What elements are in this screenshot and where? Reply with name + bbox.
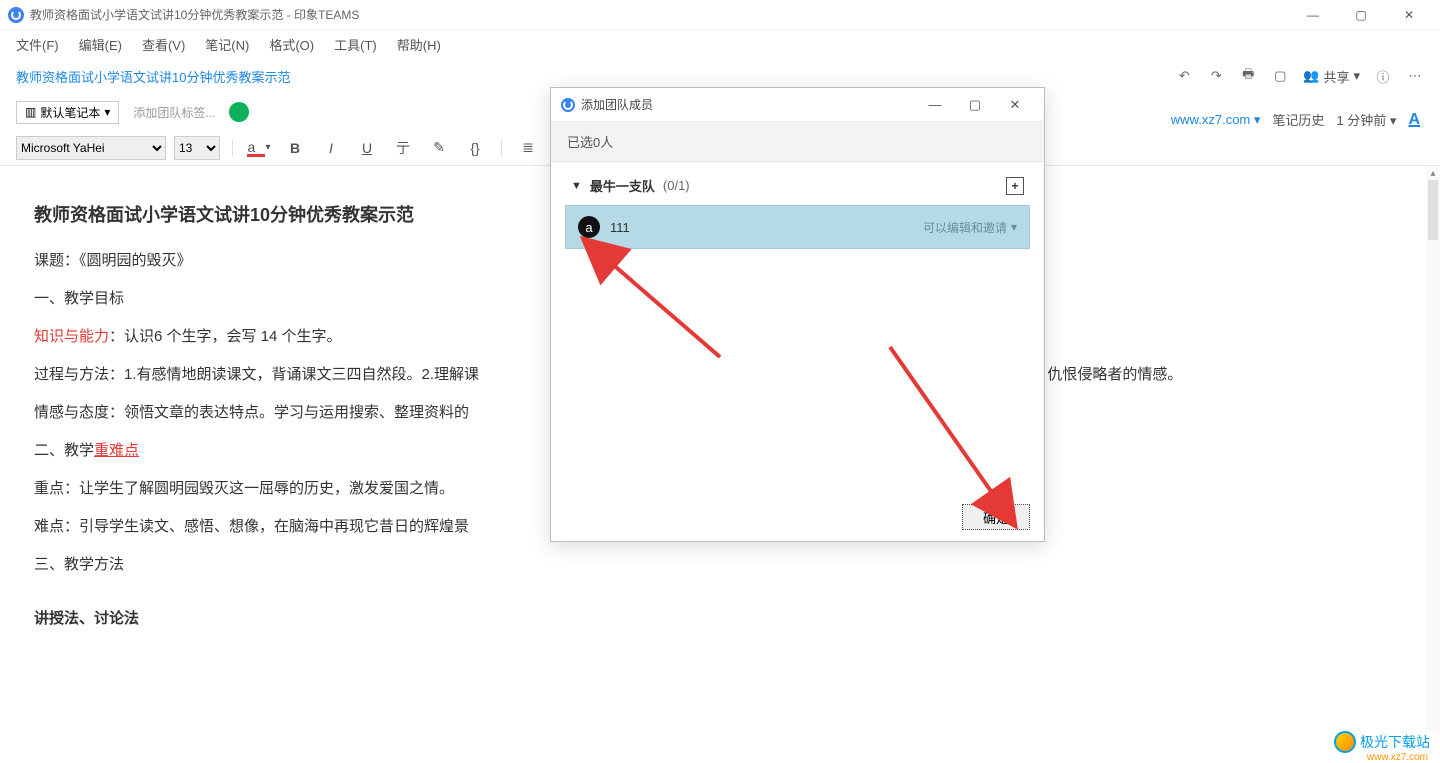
chevron-down-icon: ▾ <box>1254 112 1261 127</box>
italic-button[interactable]: I <box>317 136 345 160</box>
close-button[interactable]: ✕ <box>1386 0 1432 30</box>
chevron-down-icon: ▾ <box>104 105 110 119</box>
code-block-button[interactable]: {} <box>461 136 489 160</box>
team-name: 最牛一支队 <box>590 176 655 195</box>
red-text: 知识与能力 <box>34 328 109 345</box>
dialog-close-button[interactable]: ✕ <box>996 91 1034 119</box>
menu-view[interactable]: 查看(V) <box>132 31 195 58</box>
underline-button[interactable]: U <box>353 136 381 160</box>
text: 二、教学 <box>34 442 94 459</box>
doc-methods: 讲授法、讨论法 <box>34 601 1406 637</box>
team-count: (0/1) <box>663 178 690 193</box>
site-text: www.xz7.com <box>1171 112 1250 127</box>
permission-label: 可以编辑和邀请 <box>923 219 1007 236</box>
dialog-body: ▼ 最牛一支队 (0/1) + a 111 可以编辑和邀请 ▾ <box>551 162 1044 493</box>
clear-format-button[interactable]: 亍 <box>389 136 417 160</box>
menu-edit[interactable]: 编辑(E) <box>69 31 132 58</box>
dialog-minimize-button[interactable]: — <box>916 91 954 119</box>
watermark-url: www.xz7.com <box>1367 752 1428 763</box>
share-button[interactable]: 👥 共享 ▾ <box>1303 67 1360 86</box>
member-name: 111 <box>610 220 630 235</box>
red-text: 重难点 <box>94 442 139 459</box>
people-icon: 👥 <box>1303 68 1319 84</box>
text: ：认识6 个生字，会写 14 个生字。 <box>109 328 342 345</box>
member-row[interactable]: a 111 可以编辑和邀请 ▾ <box>565 205 1030 249</box>
updated-text: 1 分钟前 <box>1336 113 1386 128</box>
collapse-arrow-icon: ▼ <box>571 180 582 192</box>
chevron-down-icon: ▾ <box>1011 220 1017 234</box>
menu-note[interactable]: 笔记(N) <box>195 31 259 58</box>
app-icon <box>8 7 24 23</box>
info-icon[interactable]: ⓘ <box>1374 67 1392 85</box>
menu-help[interactable]: 帮助(H) <box>387 31 451 58</box>
window-titlebar: 教师资格面试小学语文试讲10分钟优秀教案示范 - 印象TEAMS — ▢ ✕ <box>0 0 1440 30</box>
separator <box>232 139 233 157</box>
bullet-list-button[interactable]: ≣ <box>514 136 542 160</box>
notebook-icon: ▥ <box>25 105 36 119</box>
breadcrumb-link[interactable]: 教师资格面试小学语文试讲10分钟优秀教案示范 <box>16 67 290 86</box>
text-style-indicator[interactable]: A <box>1408 111 1420 129</box>
dialog-selected-count: 已选0人 <box>551 122 1044 162</box>
dialog-maximize-button[interactable]: ▢ <box>956 91 994 119</box>
doc-section-3: 三、教学方法 <box>34 547 1406 583</box>
dialog-footer: 确定 <box>551 493 1044 541</box>
note-meta: www.xz7.com ▾ 笔记历史 1 分钟前 ▾ A <box>1171 110 1420 129</box>
vertical-scrollbar[interactable]: ▴ <box>1426 166 1440 733</box>
avatar: a <box>578 216 600 238</box>
notebook-label: 默认笔记本 <box>40 104 100 121</box>
app-icon <box>561 98 575 112</box>
menu-file[interactable]: 文件(F) <box>6 31 69 58</box>
bold-button[interactable]: B <box>281 136 309 160</box>
ok-button[interactable]: 确定 <box>962 504 1030 530</box>
window-title: 教师资格面试小学语文试讲10分钟优秀教案示范 - 印象TEAMS <box>30 6 359 23</box>
watermark-name: 极光下载站 <box>1360 732 1430 752</box>
menu-tools[interactable]: 工具(T) <box>324 31 387 58</box>
more-icon[interactable]: ⋯ <box>1406 67 1424 85</box>
redo-icon[interactable]: ↷ <box>1207 67 1225 85</box>
shield-icon[interactable] <box>229 102 249 122</box>
dialog-titlebar: 添加团队成员 — ▢ ✕ <box>551 88 1044 122</box>
dialog-controls: — ▢ ✕ <box>916 91 1034 119</box>
watermark: 极光下载站 <box>1334 731 1430 753</box>
minimize-button[interactable]: — <box>1290 0 1336 30</box>
add-member-icon[interactable]: + <box>1006 177 1024 195</box>
highlight-button[interactable]: ✎ <box>425 136 453 160</box>
undo-icon[interactable]: ↶ <box>1175 67 1193 85</box>
menu-format[interactable]: 格式(O) <box>259 31 324 58</box>
share-label: 共享 <box>1323 67 1349 86</box>
chevron-down-icon: ▾ <box>1390 113 1397 128</box>
font-color-button[interactable]: a ▾ <box>245 136 273 160</box>
font-name-select[interactable]: Microsoft YaHei <box>16 136 166 160</box>
top-right-toolbar: ↶ ↷ 🖶 ▢ 👥 共享 ▾ ⓘ ⋯ <box>1175 67 1424 86</box>
site-link[interactable]: www.xz7.com ▾ <box>1171 112 1261 128</box>
scroll-thumb[interactable] <box>1428 180 1438 240</box>
notebook-selector[interactable]: ▥ 默认笔记本 ▾ <box>16 101 119 124</box>
permission-selector[interactable]: 可以编辑和邀请 ▾ <box>923 219 1017 236</box>
add-team-tag[interactable]: 添加团队标签... <box>133 104 215 121</box>
note-updated[interactable]: 1 分钟前 ▾ <box>1336 110 1396 129</box>
font-size-select[interactable]: 13 <box>174 136 220 160</box>
watermark-logo-icon <box>1334 731 1356 753</box>
present-icon[interactable]: ▢ <box>1271 67 1289 85</box>
print-icon[interactable]: 🖶 <box>1239 67 1257 85</box>
chevron-down-icon: ▾ <box>1353 68 1360 84</box>
separator <box>501 139 502 157</box>
color-letter: a <box>247 139 255 155</box>
main-menu-bar: 文件(F) 编辑(E) 查看(V) 笔记(N) 格式(O) 工具(T) 帮助(H… <box>0 30 1440 58</box>
team-header[interactable]: ▼ 最牛一支队 (0/1) + <box>565 172 1030 199</box>
text: 过程与方法：1.有感情地朗读课文，背诵课文三四自然段。2.理解课 <box>34 366 479 383</box>
dialog-title: 添加团队成员 <box>581 96 653 113</box>
maximize-button[interactable]: ▢ <box>1338 0 1384 30</box>
add-team-member-dialog: 添加团队成员 — ▢ ✕ 已选0人 ▼ 最牛一支队 (0/1) + a 111 … <box>550 87 1045 542</box>
note-history[interactable]: 笔记历史 <box>1272 110 1324 129</box>
scroll-up-icon[interactable]: ▴ <box>1426 166 1440 180</box>
window-controls: — ▢ ✕ <box>1290 0 1432 30</box>
